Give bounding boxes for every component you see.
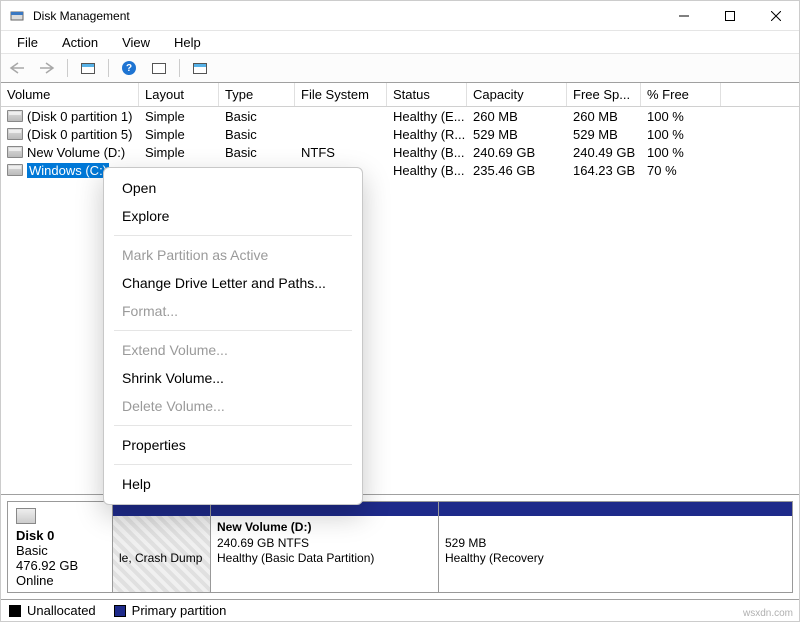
tool-icon-2[interactable] — [147, 57, 171, 79]
col-percent-free[interactable]: % Free — [641, 83, 721, 106]
legend-swatch-unallocated — [9, 605, 21, 617]
tool-icon-3[interactable] — [188, 57, 212, 79]
volume-row[interactable]: (Disk 0 partition 1) Simple Basic Health… — [1, 107, 799, 125]
ctx-explore[interactable]: Explore — [104, 202, 362, 230]
minimize-button[interactable] — [661, 1, 707, 30]
ctx-properties[interactable]: Properties — [104, 431, 362, 459]
menu-bar: File Action View Help — [1, 31, 799, 53]
help-icon: ? — [122, 61, 136, 75]
partition-block[interactable]: New Volume (D:) 240.69 GB NTFS Healthy (… — [211, 502, 439, 592]
watermark: wsxdn.com — [743, 608, 793, 619]
col-filesystem[interactable]: File System — [295, 83, 387, 106]
legend: Unallocated Primary partition — [1, 599, 799, 621]
ctx-help[interactable]: Help — [104, 470, 362, 498]
column-headers: Volume Layout Type File System Status Ca… — [1, 83, 799, 107]
app-icon — [9, 8, 25, 24]
volume-list: Volume Layout Type File System Status Ca… — [1, 83, 799, 179]
drive-icon — [7, 128, 23, 140]
ctx-shrink[interactable]: Shrink Volume... — [104, 364, 362, 392]
volume-row[interactable]: New Volume (D:) Simple Basic NTFS Health… — [1, 143, 799, 161]
partition-block[interactable]: le, Crash Dump — [113, 502, 211, 592]
partition-block[interactable]: 529 MB Healthy (Recovery — [439, 502, 792, 592]
col-type[interactable]: Type — [219, 83, 295, 106]
tool-icon-1[interactable] — [76, 57, 100, 79]
drive-icon — [7, 164, 23, 176]
menu-view[interactable]: View — [112, 33, 160, 52]
drive-icon — [7, 110, 23, 122]
ctx-format: Format... — [104, 297, 362, 325]
back-button[interactable] — [5, 57, 29, 79]
toolbar: ? — [1, 53, 799, 83]
help-icon-button[interactable]: ? — [117, 57, 141, 79]
menu-help[interactable]: Help — [164, 33, 211, 52]
ctx-change-letter[interactable]: Change Drive Letter and Paths... — [104, 269, 362, 297]
legend-label: Unallocated — [27, 603, 96, 618]
title-bar: Disk Management — [1, 1, 799, 31]
disk-label[interactable]: Disk 0 Basic 476.92 GB Online — [8, 502, 113, 592]
menu-file[interactable]: File — [7, 33, 48, 52]
col-volume[interactable]: Volume — [1, 83, 139, 106]
window-title: Disk Management — [33, 9, 661, 23]
close-button[interactable] — [753, 1, 799, 30]
partition-primary-bar — [439, 502, 792, 516]
disk-graphical-view: Disk 0 Basic 476.92 GB Online le, Crash … — [1, 494, 799, 599]
col-layout[interactable]: Layout — [139, 83, 219, 106]
col-capacity[interactable]: Capacity — [467, 83, 567, 106]
legend-swatch-primary — [114, 605, 126, 617]
ctx-extend: Extend Volume... — [104, 336, 362, 364]
maximize-button[interactable] — [707, 1, 753, 30]
forward-button[interactable] — [35, 57, 59, 79]
ctx-mark-active: Mark Partition as Active — [104, 241, 362, 269]
disk-icon — [16, 508, 36, 524]
ctx-delete: Delete Volume... — [104, 392, 362, 420]
menu-action[interactable]: Action — [52, 33, 108, 52]
context-menu: Open Explore Mark Partition as Active Ch… — [103, 167, 363, 505]
col-status[interactable]: Status — [387, 83, 467, 106]
ctx-open[interactable]: Open — [104, 174, 362, 202]
volume-row[interactable]: (Disk 0 partition 5) Simple Basic Health… — [1, 125, 799, 143]
drive-icon — [7, 146, 23, 158]
col-free-space[interactable]: Free Sp... — [567, 83, 641, 106]
legend-label: Primary partition — [132, 603, 227, 618]
